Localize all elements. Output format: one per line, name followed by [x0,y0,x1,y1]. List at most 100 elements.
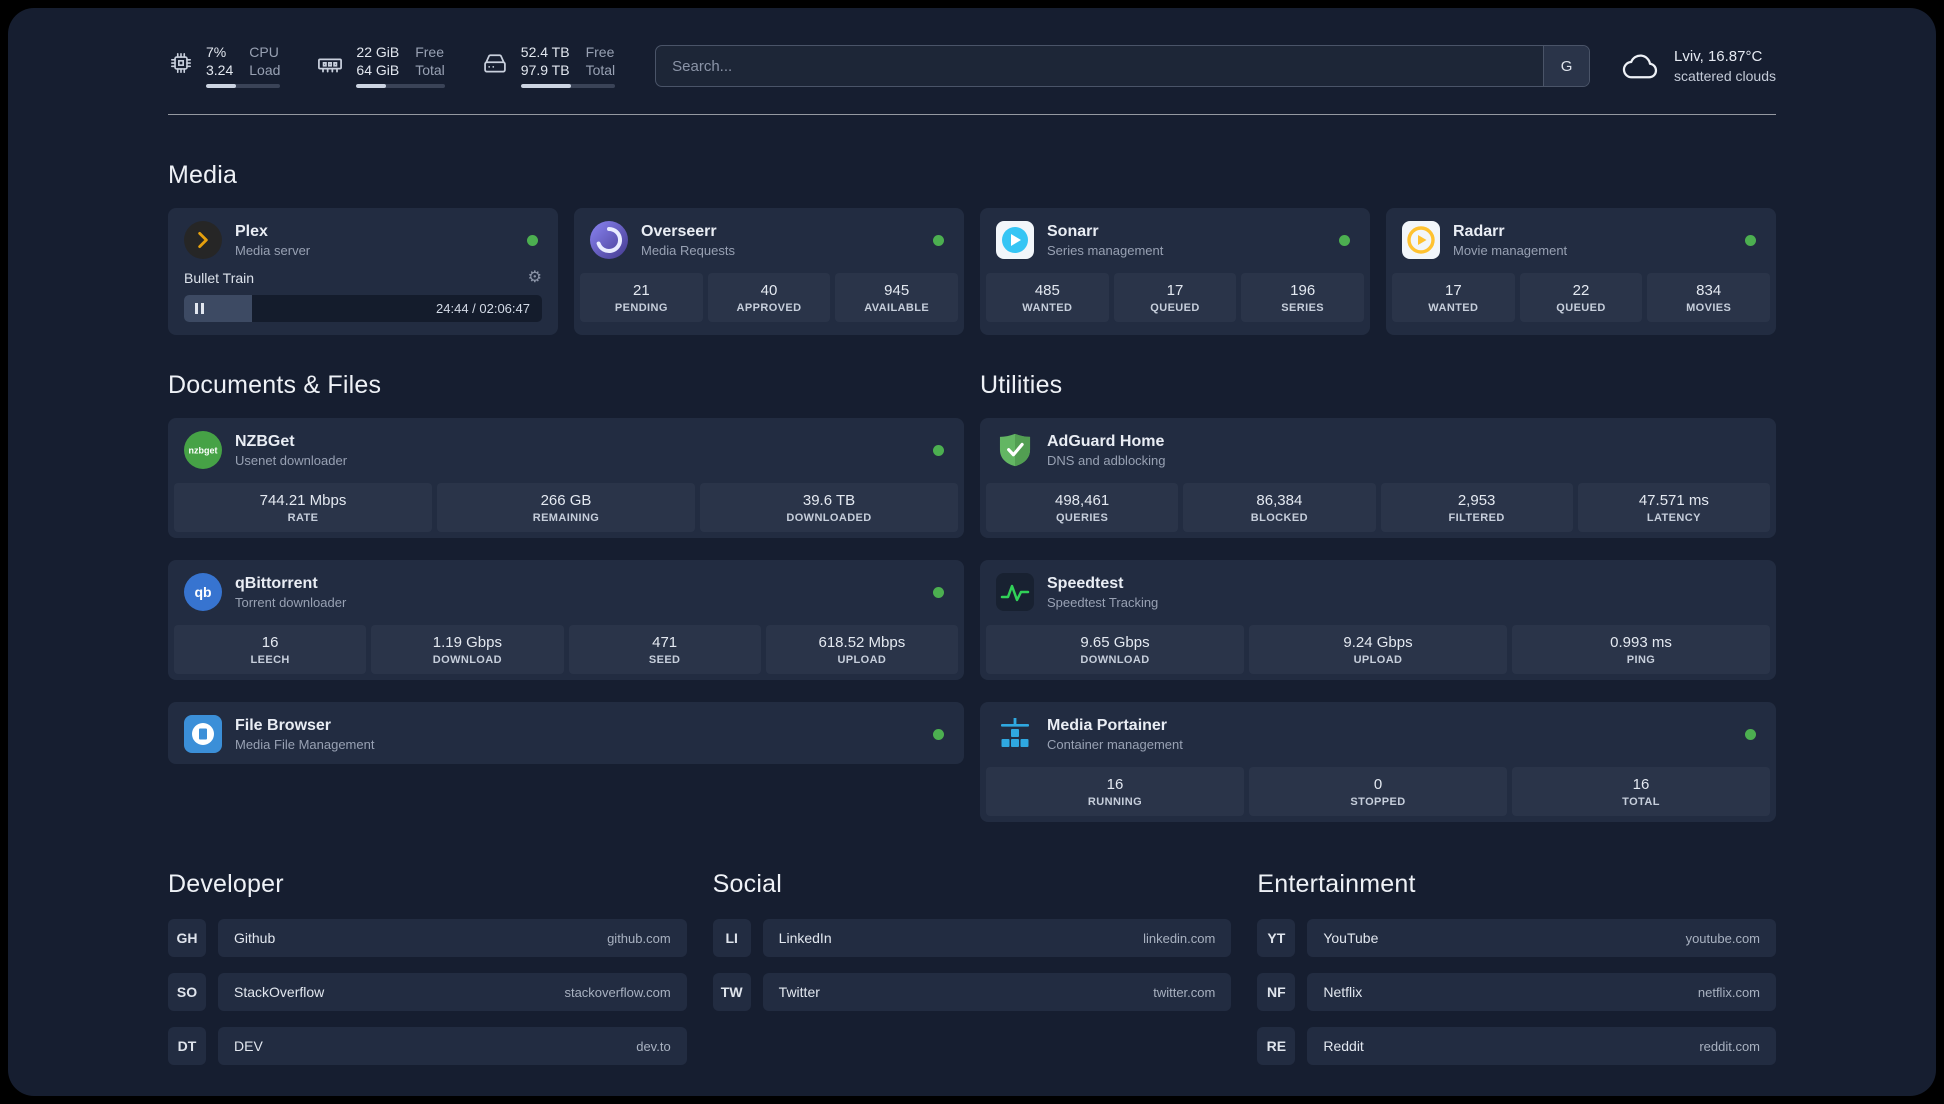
developer-links: Developer GH Github github.com SO StackO… [168,870,687,1081]
weather-widget: Lviv, 16.87°C scattered clouds [1620,48,1776,84]
disk-label-bottom: Total [585,62,616,78]
radarr-name: Radarr [1453,222,1505,240]
link-stackoverflow[interactable]: SO StackOverflow stackoverflow.com [168,973,687,1011]
nzbget-stat-remaining: 266 GB REMAINING [437,483,695,532]
stat-value: 39.6 TB [802,492,856,509]
radarr-card[interactable]: Radarr Movie management 17 WANTED 22 QUE… [1386,208,1776,335]
stat-label: UPLOAD [1353,654,1403,666]
disk-free-value: 52.4 TB [520,44,570,60]
twitter-abbr-icon: TW [712,973,751,1011]
link-github[interactable]: GH Github github.com [168,919,687,957]
stat-label: RUNNING [1087,796,1143,808]
stat-value: 16 [1632,776,1650,793]
plex-track-title: Bullet Train [184,270,255,286]
adguard-subtitle: DNS and adblocking [1047,452,1166,468]
sonarr-status-dot [1339,234,1350,246]
nzbget-stat-downloaded: 39.6 TB DOWNLOADED [700,483,958,532]
section-title-entertainment: Entertainment [1257,870,1416,898]
memory-stat: 22 GiB 64 GiB Free Total [316,44,445,88]
adguard-card[interactable]: AdGuard Home DNS and adblocking 498,461 … [980,418,1776,538]
link-youtube[interactable]: YT YouTube youtube.com [1257,919,1777,957]
speedtest-subtitle: Speedtest Tracking [1047,594,1159,610]
sonarr-name: Sonarr [1047,222,1099,240]
adguard-stat-queries: 498,461 QUERIES [986,483,1179,532]
link-url: twitter.com [1153,984,1216,1000]
speedtest-name: Speedtest [1047,574,1124,592]
portainer-stat-total: 16 TOTAL [1512,767,1770,816]
memory-progress-bar [356,84,445,88]
adguard-name: AdGuard Home [1047,432,1165,450]
section-title-media: Media [168,161,238,189]
portainer-stat-stopped: 0 STOPPED [1249,767,1507,816]
radarr-stat-movies: 834 MOVIES [1647,273,1771,322]
utilities-column: Utilities AdGuard Home DNS and adblockin… [980,371,1776,822]
nzbget-subtitle: Usenet downloader [235,452,348,468]
plex-seek-bar[interactable]: 24:44 / 02:06:47 [184,295,542,322]
link-url: github.com [607,930,671,946]
link-dev[interactable]: DT DEV dev.to [168,1027,687,1065]
portainer-subtitle: Container management [1047,736,1183,752]
adguard-stat-filtered: 2,953 FILTERED [1380,483,1573,532]
link-url: dev.to [636,1038,671,1054]
overseerr-card[interactable]: Overseerr Media Requests 21 PENDING 40 A… [574,208,964,335]
stat-value: 0.993 ms [1610,634,1672,651]
nzbget-card[interactable]: nzbget NZBGet Usenet downloader 744.21 M… [168,418,964,538]
stat-value: 945 [884,282,910,299]
qbittorrent-card[interactable]: qb qBittorrent Torrent downloader 16 LEE… [168,560,964,680]
search-engine-button[interactable]: G [1543,46,1590,86]
stat-label: WANTED [1428,302,1479,314]
stat-label: QUEUED [1556,302,1606,314]
system-stats: 7% 3.24 CPU Load 22 GiB 64 GiB Free Tota… [168,44,616,88]
stat-value: 1.19 Gbps [432,634,502,651]
link-reddit[interactable]: RE Reddit reddit.com [1257,1027,1777,1065]
search-input[interactable] [656,46,1544,86]
stat-label: QUEUED [1150,302,1200,314]
linkedin-abbr-icon: LI [712,919,751,957]
stat-label: RATE [287,512,319,524]
stat-value: 16 [261,634,279,651]
dev-abbr-icon: DT [168,1027,206,1065]
speedtest-icon [996,573,1034,611]
link-name: Netflix [1323,984,1363,1000]
stat-label: DOWNLOADED [786,512,872,524]
qbittorrent-stat-upload: 618.52 Mbps UPLOAD [765,625,958,674]
weather-location: Lviv, 16.87°C [1674,48,1763,65]
stat-label: DOWNLOAD [432,654,502,666]
speedtest-card[interactable]: Speedtest Speedtest Tracking 9.65 Gbps D… [980,560,1776,680]
speedtest-stat-upload: 9.24 Gbps UPLOAD [1249,625,1507,674]
overseerr-name: Overseerr [641,222,717,240]
disk-stat: 52.4 TB 97.9 TB Free Total [481,44,616,88]
link-name: LinkedIn [778,930,832,946]
cpu-label-top: CPU [249,44,279,60]
svg-text:nzbget: nzbget [189,446,218,456]
link-name: YouTube [1323,930,1379,946]
header-divider [168,114,1776,115]
link-url: reddit.com [1699,1038,1761,1054]
disk-progress-fill [520,84,571,88]
plex-card[interactable]: Plex Media server Bullet Train ⚙ 24:44 /… [168,208,558,335]
link-linkedin[interactable]: LI LinkedIn linkedin.com [712,919,1232,957]
link-url: netflix.com [1697,984,1761,1000]
stat-label: UPLOAD [837,654,887,666]
filebrowser-card[interactable]: File Browser Media File Management [168,702,964,764]
radarr-subtitle: Movie management [1453,242,1568,258]
sonarr-card[interactable]: Sonarr Series management 485 WANTED 17 Q… [980,208,1370,335]
cpu-label-bottom: Load [249,62,281,78]
link-netflix[interactable]: NF Netflix netflix.com [1257,973,1777,1011]
radarr-stat-queued: 22 QUEUED [1519,273,1643,322]
sonarr-stat-queued: 17 QUEUED [1113,273,1237,322]
svg-text:qb: qb [194,584,211,600]
portainer-status-dot [1745,728,1756,740]
portainer-card[interactable]: Media Portainer Container management 16 … [980,702,1776,822]
cpu-stat: 7% 3.24 CPU Load [168,44,281,88]
stat-label: SERIES [1281,302,1325,314]
pause-icon[interactable] [195,303,204,314]
stat-label: PING [1626,654,1656,666]
stat-value: 266 GB [540,492,592,509]
link-twitter[interactable]: TW Twitter twitter.com [712,973,1232,1011]
portainer-name: Media Portainer [1047,716,1168,734]
stat-value: 40 [760,282,778,299]
gear-icon[interactable]: ⚙ [528,270,542,286]
top-bar: 7% 3.24 CPU Load 22 GiB 64 GiB Free Tota… [168,44,1776,88]
stat-value: 0 [1373,776,1383,793]
